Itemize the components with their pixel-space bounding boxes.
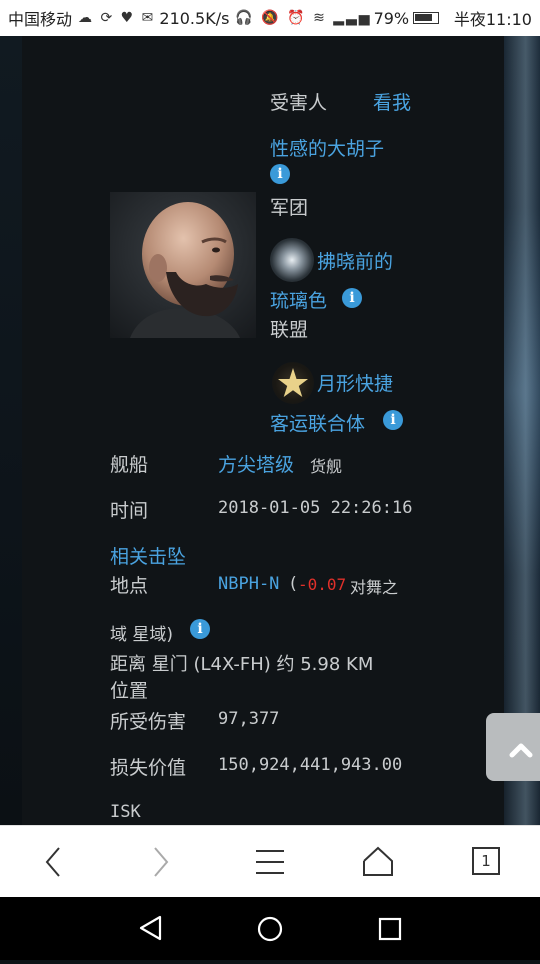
clock: 半夜11:10: [453, 10, 532, 29]
paren-open: (: [288, 574, 299, 594]
corporation-name-link[interactable]: 拂晓前的: [317, 247, 393, 274]
network-speed: 210.5K/s: [159, 8, 230, 28]
notification-icons: ☁ ⟳ ♥ ✉: [78, 10, 156, 26]
system-back-button[interactable]: [120, 897, 180, 960]
carrier-name: 中国移动: [8, 10, 73, 29]
victim-label: 受害人: [270, 92, 328, 114]
home-button[interactable]: [338, 826, 418, 898]
square-recents-icon: [378, 917, 402, 941]
look-at-me-link[interactable]: 看我: [373, 88, 411, 115]
alliance-info-icon[interactable]: i: [383, 410, 403, 430]
location-label: 地点: [110, 575, 149, 597]
region-link[interactable]: 对舞之: [350, 574, 398, 598]
pilot-name-link[interactable]: 性感的大胡子: [270, 134, 384, 161]
time-value: 2018-01-05 22:26:16: [218, 498, 413, 518]
location-info-icon[interactable]: i: [190, 619, 210, 639]
security-status: -0.07: [298, 575, 347, 594]
back-button[interactable]: [12, 826, 92, 898]
scroll-to-top-button[interactable]: [486, 713, 540, 781]
corporation-logo[interactable]: [270, 238, 314, 282]
system-navigation-bar: [0, 897, 540, 960]
damage-label: 所受伤害: [110, 711, 187, 733]
menu-button[interactable]: [230, 826, 310, 898]
alliance-name-link[interactable]: 月形快捷: [317, 369, 393, 396]
tab-count: 1: [481, 852, 491, 870]
ship-label: 舰船: [110, 454, 149, 476]
pilot-info-icon[interactable]: i: [270, 164, 290, 184]
corporation-info-icon[interactable]: i: [342, 288, 362, 308]
currency-label: ISK: [110, 802, 141, 822]
system-home-button[interactable]: [240, 897, 300, 960]
chevron-right-icon: [154, 847, 169, 877]
ship-name-link[interactable]: 方尖塔级: [218, 450, 294, 477]
loss-value-label: 损失价值: [110, 757, 187, 779]
system-icons: 🎧 🔕 ⏰ ≋ ▂▃▅: [235, 10, 372, 26]
time-label: 时间: [110, 500, 149, 522]
forward-button[interactable]: [120, 826, 200, 898]
system-link[interactable]: NBPH-N: [218, 574, 279, 594]
background-glow: [504, 36, 540, 825]
browser-toolbar: 1: [0, 825, 540, 897]
chevron-up-icon: [509, 743, 533, 758]
corporation-name-link-cont[interactable]: 琉璃色: [270, 286, 327, 313]
alliance-logo[interactable]: [272, 362, 314, 404]
alliance-name-link-cont[interactable]: 客运联合体: [270, 409, 365, 436]
related-kills-link[interactable]: 相关击坠: [110, 542, 186, 569]
content-panel: [22, 36, 504, 825]
ship-class: 货舰: [310, 457, 343, 476]
triangle-back-icon: [139, 915, 162, 941]
region-link-cont[interactable]: 域 星域): [110, 620, 173, 645]
battery-percent: 79%: [373, 8, 410, 28]
battery-icon: [413, 12, 440, 24]
hamburger-menu-icon: [256, 850, 284, 874]
status-bar: 中国移动 ☁ ⟳ ♥ ✉ 210.5K/s 🎧 🔕 ⏰ ≋ ▂▃▅ 79% 半夜…: [0, 0, 540, 36]
alliance-type-label: 联盟: [270, 319, 309, 341]
chevron-left-icon: [45, 847, 60, 877]
portrait-image: [110, 192, 256, 338]
system-recents-button[interactable]: [360, 897, 420, 960]
corporation-type-label: 军团: [270, 197, 309, 219]
distance-to-gate: 距离 星门 (L4X-FH) 约 5.98 KM: [110, 654, 374, 675]
damage-value: 97,377: [218, 709, 280, 729]
pilot-portrait[interactable]: [110, 192, 256, 338]
star-icon: [278, 368, 308, 397]
position-label: 位置: [110, 680, 149, 702]
loss-value: 150,924,441,943.00: [218, 755, 403, 775]
tabs-button[interactable]: 1: [446, 826, 526, 898]
home-icon: [363, 846, 393, 876]
circle-home-icon: [257, 916, 283, 942]
kill-report-page: 受害人 看我 性感的大胡子 i 军团 拂晓前的 琉璃色 i 联盟 月形快捷 客运…: [0, 36, 540, 825]
